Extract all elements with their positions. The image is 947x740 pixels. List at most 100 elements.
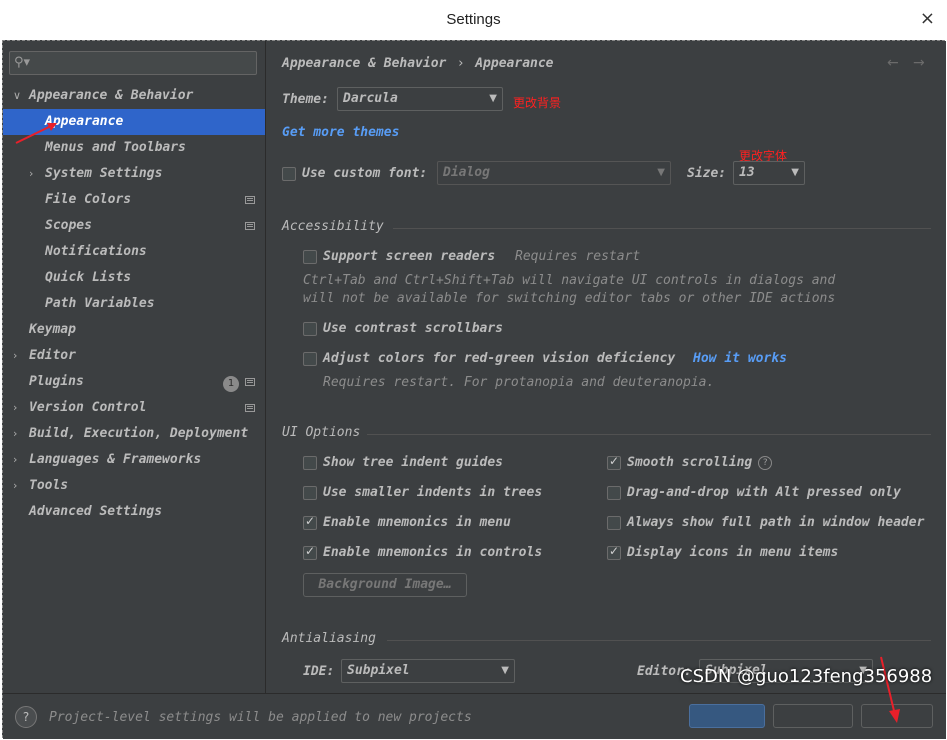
sidebar-item-label: File Colors: [45, 192, 132, 207]
how-it-works-link[interactable]: How it works: [693, 351, 787, 366]
chevron-down-icon: ▼: [791, 167, 799, 178]
tree-indent-label: Show tree indent guides: [323, 455, 504, 470]
project-level-icon: [245, 222, 255, 230]
sidebar-item-label: Build, Execution, Deployment: [29, 426, 249, 441]
annotation-arrow-icon: [15, 123, 57, 144]
cancel-button[interactable]: [773, 704, 853, 728]
full-path-checkbox[interactable]: [607, 516, 621, 530]
smaller-indents-label: Use smaller indents in trees: [323, 485, 543, 500]
font-size-label: Size:: [687, 166, 727, 181]
project-level-icon: [245, 404, 255, 412]
antialiasing-header: Antialiasing: [282, 631, 376, 646]
project-level-icon: [245, 378, 255, 386]
sidebar-item-label: Keymap: [29, 322, 76, 337]
sidebar-item-advanced-settings[interactable]: Advanced Settings: [29, 499, 162, 525]
chevron-down-icon: ▼: [501, 665, 509, 676]
requires-restart-note: Requires restart: [515, 249, 641, 264]
breadcrumb-parent[interactable]: Appearance & Behavior: [282, 56, 446, 71]
sidebar-item-plugins[interactable]: Plugins: [29, 369, 84, 395]
mnemonics-controls-label: Enable mnemonics in controls: [323, 545, 543, 560]
sidebar-item-build[interactable]: › Build, Execution, Deployment: [13, 421, 249, 447]
contrast-scrollbars-checkbox[interactable]: [303, 322, 317, 336]
chevron-down-icon: ▼: [657, 167, 665, 178]
close-icon[interactable]: ×: [920, 8, 935, 29]
mnemonics-controls-checkbox[interactable]: [303, 544, 317, 560]
ctrl-tab-note-line2: will not be available for switching edit…: [303, 291, 836, 306]
theme-label: Theme:: [282, 92, 329, 107]
ide-antialiasing-value: Subpixel: [347, 663, 410, 678]
ctrl-tab-note-line1: Ctrl+Tab and Ctrl+Shift+Tab will navigat…: [303, 273, 836, 288]
sidebar-item-label: Languages & Frameworks: [29, 452, 202, 467]
sidebar-item-menus-toolbars[interactable]: Menus and Toolbars: [45, 135, 186, 161]
display-icons-checkbox[interactable]: [607, 544, 621, 560]
sidebar-item-languages[interactable]: › Languages & Frameworks: [13, 447, 202, 473]
tree-indent-checkbox[interactable]: [303, 456, 317, 470]
use-custom-font-label: Use custom font:: [302, 166, 428, 181]
ok-button[interactable]: [689, 704, 765, 728]
mnemonics-menu-checkbox[interactable]: [303, 514, 317, 530]
search-input[interactable]: ⚲▾: [9, 51, 257, 75]
sidebar-item-label: Menus and Toolbars: [45, 140, 186, 155]
display-icons-label: Display icons in menu items: [627, 545, 839, 560]
sidebar-item-editor[interactable]: › Editor: [13, 343, 76, 369]
drag-drop-label: Drag-and-drop with Alt pressed only: [627, 485, 901, 500]
chevron-right-icon: ›: [13, 453, 18, 466]
drag-drop-checkbox[interactable]: [607, 486, 621, 500]
search-icon: ⚲▾: [14, 55, 31, 70]
window-title: Settings: [446, 11, 501, 28]
sidebar-item-keymap[interactable]: Keymap: [29, 317, 76, 343]
help-icon[interactable]: ?: [758, 455, 773, 470]
annotation-arrow-icon: [880, 656, 900, 723]
breadcrumb-current: Appearance: [475, 56, 554, 71]
sidebar-item-label: Notifications: [45, 244, 147, 259]
adjust-colors-label: Adjust colors for red-green vision defic…: [323, 351, 787, 366]
back-arrow-icon[interactable]: ←: [887, 55, 899, 71]
smooth-scrolling-checkbox[interactable]: [607, 454, 621, 470]
sidebar-item-system-settings[interactable]: › System Settings: [29, 161, 162, 187]
sidebar-item-version-control[interactable]: › Version Control: [13, 395, 147, 421]
sidebar-item-label: Version Control: [29, 400, 147, 415]
screen-readers-text: Support screen readers: [323, 249, 496, 264]
forward-arrow-icon[interactable]: →: [913, 55, 925, 71]
smaller-indents-checkbox[interactable]: [303, 486, 317, 500]
adjust-colors-note: Requires restart. For protanopia and deu…: [323, 375, 715, 390]
sidebar-item-label: Appearance & Behavior: [29, 88, 194, 103]
sidebar-item-label: Editor: [29, 348, 76, 363]
breadcrumb-separator: ›: [458, 56, 464, 71]
chevron-right-icon: ›: [13, 349, 18, 362]
dialog-footer: ? Project-level settings will be applied…: [3, 693, 946, 739]
sidebar-item-quick-lists[interactable]: Quick Lists: [45, 265, 131, 291]
full-path-label: Always show full path in window header: [627, 515, 925, 530]
chevron-right-icon: ›: [29, 167, 34, 180]
adjust-colors-text: Adjust colors for red-green vision defic…: [323, 351, 676, 366]
chevron-down-icon: ▼: [489, 93, 497, 104]
sidebar-item-notifications[interactable]: Notifications: [45, 239, 147, 265]
use-custom-font-checkbox[interactable]: [282, 167, 296, 181]
ide-antialiasing-select[interactable]: Subpixel ▼: [341, 659, 515, 683]
screen-readers-checkbox[interactable]: [303, 250, 317, 264]
sidebar-item-label: Advanced Settings: [29, 504, 163, 519]
ui-options-header: UI Options: [282, 425, 361, 440]
adjust-colors-checkbox[interactable]: [303, 352, 317, 366]
background-image-button[interactable]: Background Image…: [303, 573, 467, 597]
mnemonics-menu-label: Enable mnemonics in menu: [323, 515, 511, 530]
sidebar-item-path-variables[interactable]: Path Variables: [45, 291, 155, 317]
project-level-icon: [245, 196, 255, 204]
sidebar-item-appearance-behavior[interactable]: ∨ Appearance & Behavior: [13, 83, 194, 109]
breadcrumb: Appearance & Behavior › Appearance: [282, 56, 554, 71]
theme-select-value: Darcula: [343, 91, 398, 106]
sidebar-item-tools[interactable]: › Tools: [13, 473, 68, 499]
sidebar-item-scopes[interactable]: Scopes: [45, 213, 92, 239]
editor-antialiasing-select[interactable]: Subpixel ▼: [699, 659, 873, 683]
sidebar-item-label: Quick Lists: [45, 270, 132, 285]
annotation-text: 更改背景: [513, 96, 562, 110]
font-select[interactable]: Dialog ▼: [437, 161, 671, 185]
help-icon[interactable]: ?: [15, 706, 37, 728]
font-size-value: 13: [739, 165, 755, 180]
font-size-select[interactable]: 13 ▼: [733, 161, 805, 185]
editor-antialiasing-label: Editor:: [637, 664, 692, 679]
screen-readers-label: Support screen readers Requires restart: [323, 249, 640, 264]
get-more-themes-link[interactable]: Get more themes: [282, 125, 399, 140]
sidebar-item-file-colors[interactable]: File Colors: [45, 187, 131, 213]
theme-select[interactable]: Darcula ▼: [337, 87, 503, 111]
